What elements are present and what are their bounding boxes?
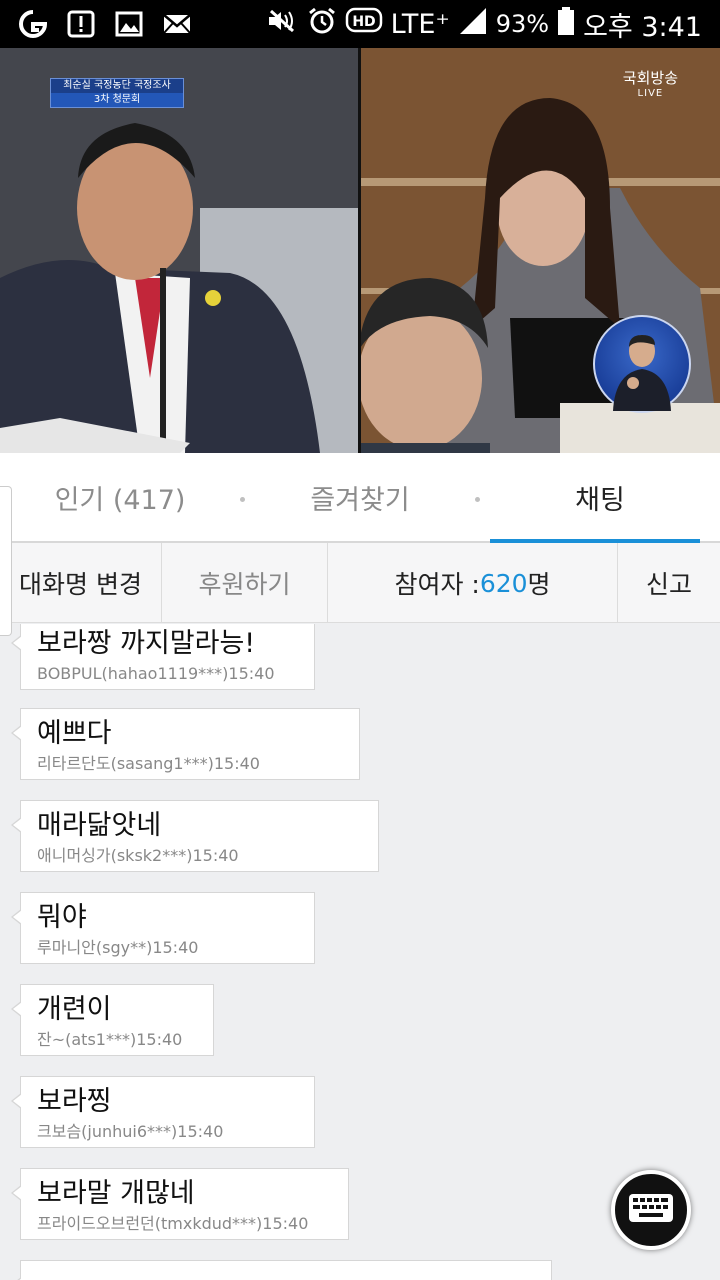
signal-icon bbox=[458, 6, 488, 43]
live-video-player[interactable]: 최순실 국정농단 국정조사 3차 청문회 국회방송 LIVE bbox=[0, 48, 720, 453]
participant-count-number: 620 bbox=[479, 568, 528, 598]
chat-toolbar: 대화명 변경 후원하기 참여자 : 620 명 신고 bbox=[0, 543, 720, 623]
sign-language-interpreter-inset bbox=[593, 315, 691, 413]
video-divider bbox=[358, 48, 361, 453]
chat-message-meta: BOBPUL(hahao1119***)15:40 bbox=[37, 664, 275, 683]
tab-bar: 인기 (417) 즐겨찾기 채팅 bbox=[0, 453, 720, 543]
chat-message: 보라말 개많네 프라이드오브런던(tmxkdud***)15:40 bbox=[11, 1168, 349, 1240]
chat-message-partial bbox=[11, 1260, 552, 1280]
mute-icon bbox=[265, 7, 299, 42]
caption-subtitle: 3차 청문회 bbox=[51, 93, 183, 107]
change-nickname-button[interactable]: 대화명 변경 bbox=[0, 543, 162, 623]
chat-message-list[interactable]: 보라짱 까지말라능! BOBPUL(hahao1119***)15:40 예쁘다… bbox=[0, 624, 720, 1280]
channel-live-label: LIVE bbox=[637, 88, 664, 99]
chat-message-text: 예쁘다 bbox=[37, 718, 112, 749]
chat-message-meta: 루마니안(sgy**)15:40 bbox=[37, 938, 199, 957]
side-drawer-handle[interactable] bbox=[0, 486, 12, 636]
chat-message-meta: 잔~(ats1***)15:40 bbox=[37, 1030, 183, 1049]
participant-count-suffix: 명 bbox=[527, 570, 551, 599]
channel-logo: 국회방송 LIVE bbox=[623, 70, 678, 102]
donate-button[interactable]: 후원하기 bbox=[162, 543, 328, 623]
chat-message-meta: 애니머싱가(sksk2***)15:40 bbox=[37, 846, 239, 865]
tab-favorites[interactable]: 즐겨찾기 bbox=[240, 453, 480, 541]
chat-message: 보라찡 크보슴(junhui6***)15:40 bbox=[11, 1076, 315, 1148]
chat-message-text: 보라짱 까지말라능! bbox=[37, 628, 256, 659]
chat-message-text: 뭐야 bbox=[37, 902, 87, 933]
tab-chat[interactable]: 채팅 bbox=[480, 453, 720, 543]
participant-count: 참여자 : 620 명 bbox=[328, 543, 618, 623]
chat-message: 개련이 잔~(ats1***)15:40 bbox=[11, 984, 214, 1056]
battery-percent: 93% bbox=[495, 10, 550, 38]
hd-icon: HD bbox=[345, 6, 383, 43]
chat-message-text: 보라말 개많네 bbox=[37, 1178, 195, 1209]
clock: 오후 3:41 bbox=[583, 11, 702, 43]
video-left-feed bbox=[0, 48, 360, 453]
chat-message-meta: 크보슴(junhui6***)15:40 bbox=[37, 1122, 224, 1141]
chat-message-text: 보라찡 bbox=[37, 1086, 112, 1117]
chat-message-text: 개련이 bbox=[37, 994, 112, 1025]
chat-message: 매라닮앗네 애니머싱가(sksk2***)15:40 bbox=[11, 800, 379, 872]
chat-message: 뭐야 루마니안(sgy**)15:40 bbox=[11, 892, 315, 964]
keyboard-button[interactable] bbox=[611, 1170, 691, 1250]
donate-label: 후원하기 bbox=[198, 570, 291, 599]
battery-icon bbox=[557, 6, 575, 43]
image-icon bbox=[112, 7, 146, 41]
tab-chat-label: 채팅 bbox=[575, 484, 625, 516]
app-icon bbox=[16, 7, 50, 41]
channel-name: 국회방송 bbox=[622, 69, 678, 87]
participant-count-prefix: 참여자 : bbox=[394, 570, 480, 599]
report-label: 신고 bbox=[645, 570, 692, 599]
chat-message-meta: 프라이드오브런던(tmxkdud***)15:40 bbox=[37, 1214, 309, 1233]
chat-message-text: 매라닮앗네 bbox=[37, 810, 162, 841]
mail-icon bbox=[160, 7, 194, 41]
change-nickname-label: 대화명 변경 bbox=[19, 570, 142, 599]
broadcast-caption: 최순실 국정농단 국정조사 3차 청문회 bbox=[50, 78, 184, 108]
tab-popular-label: 인기 (417) bbox=[54, 484, 186, 516]
chat-message: 예쁘다 리타르단도(sasang1***)15:40 bbox=[11, 708, 360, 780]
caption-title: 최순실 국정농단 국정조사 bbox=[63, 80, 171, 91]
keyboard-icon bbox=[628, 1193, 674, 1227]
chat-message-meta: 리타르단도(sasang1***)15:40 bbox=[37, 754, 260, 773]
network-type-label: LTE⁺ bbox=[390, 8, 450, 40]
tab-favorites-label: 즐겨찾기 bbox=[310, 484, 410, 516]
alarm-icon bbox=[307, 6, 337, 43]
tab-popular[interactable]: 인기 (417) bbox=[0, 453, 240, 541]
svg-text:HD: HD bbox=[352, 14, 375, 30]
report-button[interactable]: 신고 bbox=[618, 543, 720, 623]
alert-icon bbox=[64, 7, 98, 41]
chat-message: 보라짱 까지말라능! BOBPUL(hahao1119***)15:40 bbox=[11, 624, 315, 690]
status-bar: HD LTE⁺ 93% 오후 3:41 bbox=[0, 0, 720, 48]
